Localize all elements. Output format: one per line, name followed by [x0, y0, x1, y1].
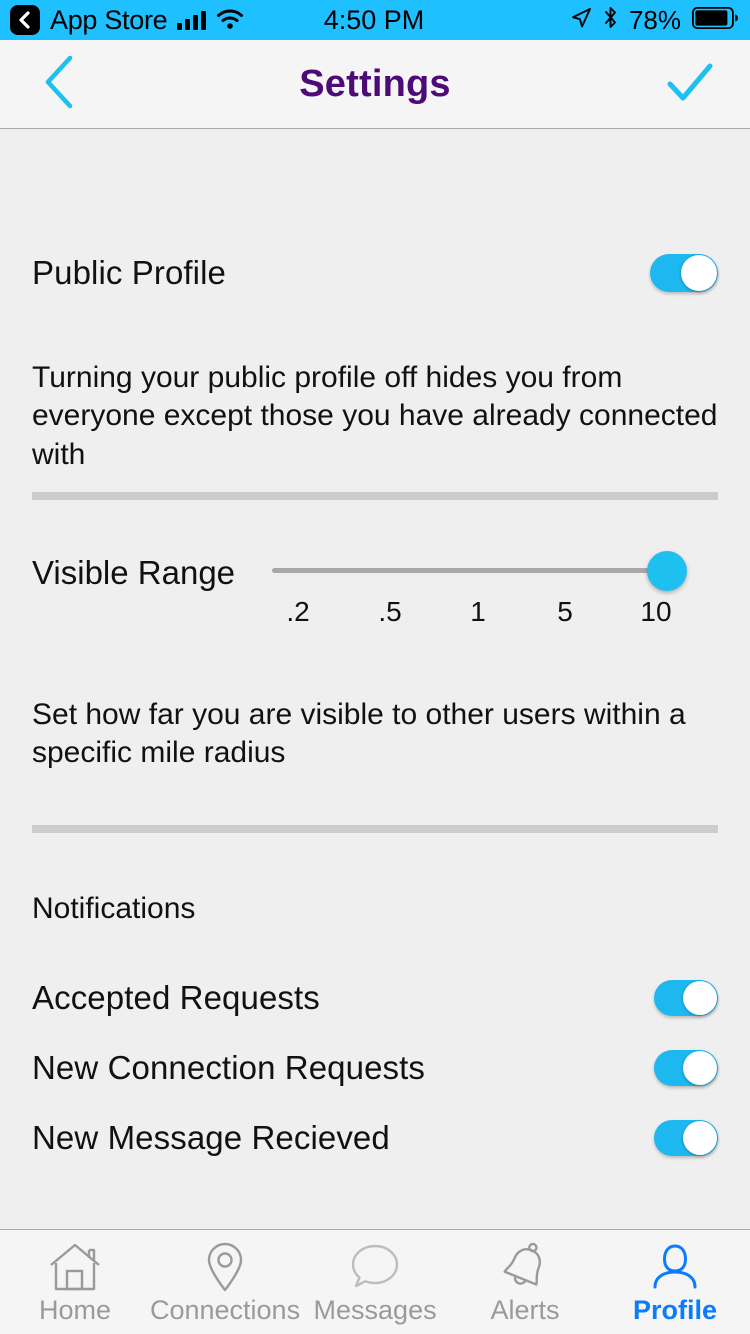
visible-range-description: Set how far you are visible to other use… [32, 698, 686, 770]
tab-label: Alerts [490, 1295, 560, 1325]
status-bar-clock: 4:50 PM [323, 4, 425, 35]
status-bar-app-label[interactable]: App Store [50, 5, 168, 36]
toggle-knob [683, 1051, 717, 1085]
visible-range-label: Visible Range [32, 554, 236, 591]
notification-row-new-message-recieved[interactable]: New Message Recieved [32, 1114, 718, 1162]
map-pin-icon [203, 1241, 247, 1293]
location-arrow-icon [570, 5, 592, 36]
notification-label: Accepted Requests [32, 979, 320, 1016]
public-profile-row[interactable]: Public Profile [32, 243, 718, 303]
visible-range-slider[interactable] [272, 551, 687, 591]
slider-tick-1: .5 [378, 596, 402, 627]
slider-tick-labels: .2 .5 1 5 10 [260, 596, 700, 630]
section-divider-1 [32, 492, 718, 500]
status-bar-left: App Store [0, 5, 324, 36]
new-connection-requests-toggle[interactable] [654, 1050, 718, 1086]
toggle-knob [683, 1121, 717, 1155]
tab-home[interactable]: Home [0, 1230, 150, 1334]
chevron-left-icon [39, 53, 81, 116]
done-button[interactable] [630, 56, 750, 113]
speech-bubble-icon [349, 1241, 401, 1293]
tab-messages[interactable]: Messages [300, 1230, 450, 1334]
slider-track[interactable] [272, 568, 668, 573]
public-profile-toggle[interactable] [650, 254, 718, 292]
notification-row-new-connection-requests[interactable]: New Connection Requests [32, 1044, 718, 1092]
bluetooth-icon [603, 5, 618, 36]
tab-bar: Home Connections Messages Alerts Profile [0, 1229, 750, 1334]
status-bar-right: 78% [424, 5, 750, 36]
settings-content: Public Profile Turning your public profi… [0, 129, 750, 1229]
slider-tick-4: 10 [640, 596, 672, 627]
tab-label: Messages [313, 1295, 437, 1325]
status-bar-center: 4:50 PM [324, 5, 425, 36]
battery-icon [691, 5, 738, 36]
tab-label: Connections [149, 1295, 301, 1325]
accepted-requests-toggle[interactable] [654, 980, 718, 1016]
wifi-icon [216, 5, 244, 36]
notification-label: New Message Recieved [32, 1119, 390, 1156]
tab-label: Profile [632, 1295, 718, 1325]
toggle-knob [681, 255, 717, 291]
slider-thumb[interactable] [647, 551, 687, 591]
battery-percent-label: 78% [628, 4, 681, 35]
tab-label: Home [38, 1295, 111, 1325]
person-icon [652, 1241, 698, 1293]
new-message-recieved-toggle[interactable] [654, 1120, 718, 1156]
status-bar-back-badge[interactable] [10, 5, 40, 35]
notification-row-accepted-requests[interactable]: Accepted Requests [32, 974, 718, 1022]
checkmark-icon [664, 56, 716, 113]
cellular-signal-icon [177, 10, 207, 30]
home-icon [47, 1241, 103, 1293]
tab-connections[interactable]: Connections [150, 1230, 300, 1334]
tab-profile[interactable]: Profile [600, 1230, 750, 1334]
section-divider-2 [32, 825, 718, 833]
navigation-bar: Settings [0, 40, 750, 129]
bell-icon [498, 1241, 552, 1293]
toggle-knob [683, 981, 717, 1015]
notifications-section-title: Notifications [32, 892, 196, 925]
public-profile-label: Public Profile [32, 254, 226, 291]
notification-label: New Connection Requests [32, 1049, 426, 1086]
slider-tick-2: 1 [470, 596, 486, 627]
public-profile-description: Turning your public profile off hides yo… [32, 361, 718, 471]
tab-alerts[interactable]: Alerts [450, 1230, 600, 1334]
back-button[interactable] [0, 53, 120, 116]
slider-tick-0: .2 [286, 596, 310, 627]
status-bar: App Store 4:50 PM 78% [0, 0, 750, 40]
slider-tick-3: 5 [557, 596, 573, 627]
page-title: Settings [299, 62, 451, 105]
